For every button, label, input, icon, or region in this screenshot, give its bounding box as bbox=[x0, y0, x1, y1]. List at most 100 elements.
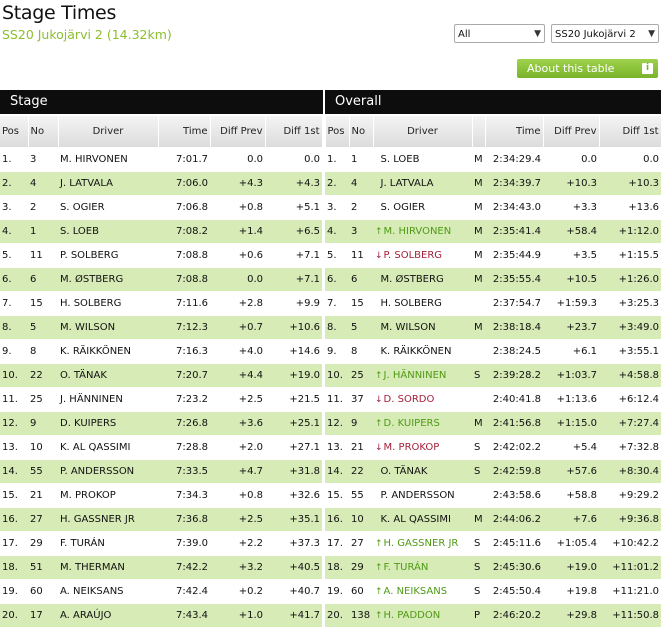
overall-driver-cell[interactable]: ↑M. HIRVONEN bbox=[373, 219, 472, 244]
table-row: 12. 9 D. KUIPERS 7:26.8 +3.6 +25.1 12. 9 ↑D. KUI… bbox=[0, 411, 661, 436]
col-header-driver[interactable]: Driver bbox=[373, 116, 473, 148]
overall-class: M bbox=[472, 219, 485, 244]
col-header-diff-prev[interactable]: Diff Prev bbox=[210, 116, 266, 148]
overall-driver-cell[interactable]: H. SOLBERG bbox=[373, 291, 472, 316]
overall-driver-cell[interactable]: P. ANDERSSON bbox=[373, 483, 472, 508]
stage-pos: 18. bbox=[0, 555, 28, 580]
col-header-no[interactable]: No bbox=[28, 116, 59, 148]
col-header-diff-1st[interactable]: Diff 1st bbox=[265, 116, 323, 148]
overall-driver-cell[interactable]: ↓M. PROKOP bbox=[373, 435, 472, 460]
overall-diff-prev: +3.3 bbox=[543, 195, 599, 220]
overall-diff-prev: 0.0 bbox=[543, 147, 599, 172]
col-header-diff-prev[interactable]: Diff Prev bbox=[543, 116, 600, 148]
stage-driver[interactable]: H. SOLBERG bbox=[58, 291, 158, 316]
overall-class: S bbox=[472, 555, 485, 580]
col-header-driver[interactable]: Driver bbox=[58, 116, 159, 148]
stage-driver[interactable]: O. TÄNAK bbox=[58, 363, 158, 388]
stage-driver[interactable]: J. LATVALA bbox=[58, 171, 158, 196]
stage-driver[interactable]: F. TURÁN bbox=[58, 531, 158, 556]
stage-driver[interactable]: A. ARAÚJO bbox=[58, 603, 158, 628]
overall-driver-cell[interactable]: ↓P. SOLBERG bbox=[373, 243, 472, 268]
stage-time: 7:34.3 bbox=[158, 483, 210, 508]
col-header-time[interactable]: Time bbox=[485, 116, 544, 148]
stage-driver[interactable]: M. THERMAN bbox=[58, 555, 158, 580]
overall-driver-cell[interactable]: O. TÄNAK bbox=[373, 459, 472, 484]
stage-driver[interactable]: M. ØSTBERG bbox=[58, 267, 158, 292]
overall-time: 2:35:44.9 bbox=[485, 243, 543, 268]
overall-driver-cell[interactable]: ↑H. PADDON bbox=[373, 603, 472, 628]
filter-select[interactable]: All ▼ bbox=[454, 24, 545, 43]
overall-diff-1st: +1:26.0 bbox=[599, 267, 661, 292]
table-row: 8. 5 M. WILSON 7:12.3 +0.7 +10.6 8. 5 M. WILSON… bbox=[0, 315, 661, 340]
overall-diff-prev: +10.3 bbox=[543, 171, 599, 196]
overall-driver-cell[interactable]: ↑D. KUIPERS bbox=[373, 411, 472, 436]
overall-diff-prev: +23.7 bbox=[543, 315, 599, 340]
table-row: 7. 15 H. SOLBERG 7:11.6 +2.8 +9.9 7. 15 H. SOLB… bbox=[0, 291, 661, 316]
overall-diff-prev: +10.5 bbox=[543, 267, 599, 292]
overall-time: 2:45:50.4 bbox=[485, 579, 543, 604]
stage-diff-1st: +5.1 bbox=[265, 195, 322, 220]
overall-driver: D. SORDO bbox=[383, 393, 435, 405]
stage-driver[interactable]: D. KUIPERS bbox=[58, 411, 158, 436]
overall-class: S bbox=[472, 435, 485, 460]
overall-diff-1st: +3:25.3 bbox=[599, 291, 661, 316]
overall-pos: 11. bbox=[325, 387, 349, 412]
stage-driver[interactable]: M. HIRVONEN bbox=[58, 147, 158, 172]
about-table-button[interactable]: About this table i bbox=[517, 59, 658, 78]
arrow-up-icon: ↑ bbox=[375, 370, 383, 381]
col-header-diff-1st[interactable]: Diff 1st bbox=[599, 116, 661, 148]
stage-driver[interactable]: M. PROKOP bbox=[58, 483, 158, 508]
overall-driver: A. NEIKSANS bbox=[383, 585, 448, 597]
overall-car-no: 6 bbox=[349, 267, 373, 292]
stage-car-no: 6 bbox=[28, 267, 58, 292]
overall-driver: M. HIRVONEN bbox=[383, 225, 452, 237]
stage-driver[interactable]: K. RÄIKKÖNEN bbox=[58, 339, 158, 364]
stage-diff-prev: +2.8 bbox=[210, 291, 265, 316]
stage-driver[interactable]: K. AL QASSIMI bbox=[58, 435, 158, 460]
stage-driver[interactable]: S. OGIER bbox=[58, 195, 158, 220]
stage-driver[interactable]: P. SOLBERG bbox=[58, 243, 158, 268]
overall-time: 2:45:11.6 bbox=[485, 531, 543, 556]
stage-driver[interactable]: P. ANDERSSON bbox=[58, 459, 158, 484]
stage-driver[interactable]: S. LOEB bbox=[58, 219, 158, 244]
col-header-no[interactable]: No bbox=[349, 116, 374, 148]
arrow-up-icon: ↑ bbox=[375, 562, 383, 573]
stage-driver[interactable]: J. HÄNNINEN bbox=[58, 387, 158, 412]
col-header-pos[interactable]: Pos bbox=[325, 116, 350, 148]
stage-driver[interactable]: A. NEIKSANS bbox=[58, 579, 158, 604]
overall-pos: 10. bbox=[325, 363, 349, 388]
stage-diff-1st: +21.5 bbox=[265, 387, 322, 412]
overall-time: 2:34:29.4 bbox=[485, 147, 543, 172]
stage-pos: 7. bbox=[0, 291, 28, 316]
arrow-up-icon: ↑ bbox=[375, 538, 383, 549]
overall-driver-cell[interactable]: ↑H. GASSNER JR bbox=[373, 531, 472, 556]
overall-car-no: 1 bbox=[349, 147, 373, 172]
overall-diff-1st: +7:32.8 bbox=[599, 435, 661, 460]
stage-diff-prev: 0.0 bbox=[210, 267, 265, 292]
chevron-down-icon: ▼ bbox=[534, 29, 541, 39]
arrow-placeholder bbox=[375, 203, 380, 213]
stage-diff-prev: +1.0 bbox=[210, 603, 265, 628]
overall-driver-cell[interactable]: S. OGIER bbox=[373, 195, 472, 220]
overall-driver-cell[interactable]: M. WILSON bbox=[373, 315, 472, 340]
col-header-pos[interactable]: Pos bbox=[0, 116, 29, 148]
stage-driver[interactable]: M. WILSON bbox=[58, 315, 158, 340]
overall-driver-cell[interactable]: ↑J. HÄNNINEN bbox=[373, 363, 472, 388]
stage-driver[interactable]: H. GASSNER JR bbox=[58, 507, 158, 532]
stage-select-value: SS20 Jukojärvi 2 bbox=[555, 29, 636, 40]
overall-driver: M. WILSON bbox=[380, 321, 436, 333]
overall-driver-cell[interactable]: ↓D. SORDO bbox=[373, 387, 472, 412]
overall-driver-cell[interactable]: K. RÄIKKÖNEN bbox=[373, 339, 472, 364]
overall-driver-cell[interactable]: K. AL QASSIMI bbox=[373, 507, 472, 532]
overall-diff-prev: +3.5 bbox=[543, 243, 599, 268]
stage-select[interactable]: SS20 Jukojärvi 2 ▼ bbox=[551, 24, 659, 43]
arrow-placeholder bbox=[375, 155, 380, 165]
overall-driver-cell[interactable]: ↑A. NEIKSANS bbox=[373, 579, 472, 604]
overall-driver-cell[interactable]: M. ØSTBERG bbox=[373, 267, 472, 292]
col-header-time[interactable]: Time bbox=[158, 116, 211, 148]
overall-time: 2:42:02.2 bbox=[485, 435, 543, 460]
overall-driver-cell[interactable]: J. LATVALA bbox=[373, 171, 472, 196]
stage-time: 7:28.8 bbox=[158, 435, 210, 460]
overall-driver-cell[interactable]: ↑F. TURÁN bbox=[373, 555, 472, 580]
overall-driver-cell[interactable]: S. LOEB bbox=[373, 147, 472, 172]
